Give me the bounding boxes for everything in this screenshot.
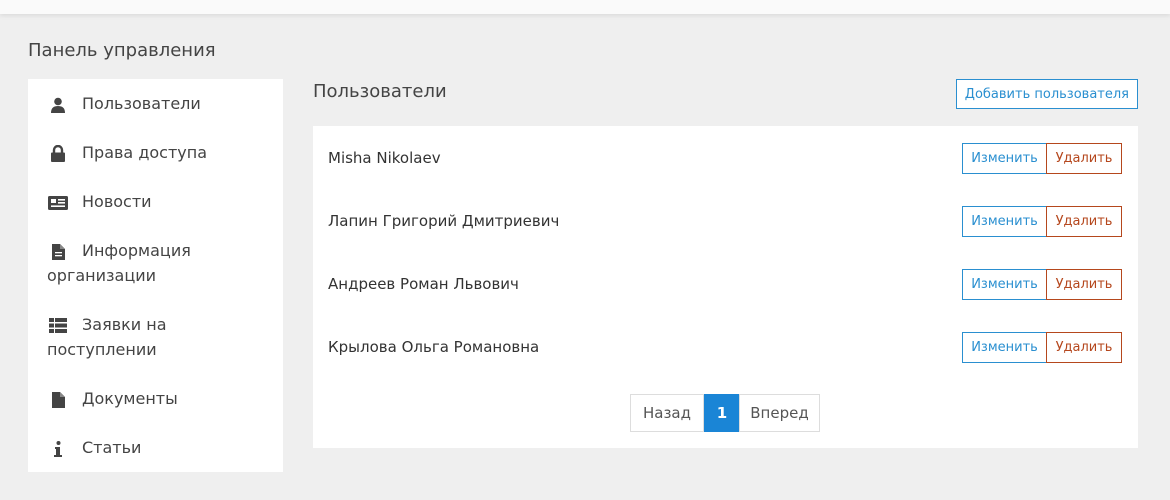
row-actions: Изменить Удалить <box>962 143 1122 174</box>
sidebar-item-applications[interactable]: Заявки на поступлении <box>28 300 283 374</box>
pagination-prev[interactable]: Назад <box>630 394 704 432</box>
user-icon <box>47 97 69 113</box>
sidebar-item-articles[interactable]: Статьи <box>28 423 283 472</box>
delete-button[interactable]: Удалить <box>1046 269 1122 300</box>
sidebar-item-documents[interactable]: Документы <box>28 374 283 423</box>
edit-button[interactable]: Изменить <box>962 269 1047 300</box>
sidebar-item-users[interactable]: Пользователи <box>28 79 283 128</box>
pagination: Назад 1 Вперед <box>630 394 820 432</box>
edit-button[interactable]: Изменить <box>962 143 1047 174</box>
delete-button[interactable]: Удалить <box>1046 143 1122 174</box>
list-item: Крылова Ольга Романовна Изменить Удалить <box>313 331 1138 363</box>
edit-button[interactable]: Изменить <box>962 206 1047 237</box>
sidebar-item-label: Права доступа <box>82 143 208 162</box>
list-item: Андреев Роман Львович Изменить Удалить <box>313 268 1138 300</box>
page-title: Панель управления <box>28 40 216 61</box>
users-panel: Misha Nikolaev Изменить Удалить Лапин Гр… <box>313 126 1138 448</box>
delete-button[interactable]: Удалить <box>1046 206 1122 237</box>
sidebar-item-news[interactable]: Новости <box>28 177 283 226</box>
row-actions: Изменить Удалить <box>962 332 1122 363</box>
row-actions: Изменить Удалить <box>962 206 1122 237</box>
lock-icon <box>47 145 69 162</box>
pagination-current-page[interactable]: 1 <box>704 394 740 432</box>
info-icon <box>47 440 69 457</box>
sidebar: Пользователи Права доступа Новости Инфор… <box>28 79 283 472</box>
sidebar-item-label: Пользователи <box>82 94 201 113</box>
sidebar-item-access-rights[interactable]: Права доступа <box>28 128 283 177</box>
add-user-button[interactable]: Добавить пользователя <box>955 79 1138 109</box>
newspaper-icon <box>47 195 69 210</box>
list-icon <box>47 318 69 333</box>
sidebar-item-label: Документы <box>82 389 178 408</box>
delete-button[interactable]: Удалить <box>1046 332 1122 363</box>
file-icon <box>47 243 69 260</box>
user-name: Крылова Ольга Романовна <box>328 338 540 356</box>
file-icon <box>47 391 69 408</box>
list-item: Лапин Григорий Дмитриевич Изменить Удали… <box>313 205 1138 237</box>
list-item: Misha Nikolaev Изменить Удалить <box>313 142 1138 174</box>
user-name: Лапин Григорий Дмитриевич <box>328 212 560 230</box>
row-actions: Изменить Удалить <box>962 269 1122 300</box>
user-name: Misha Nikolaev <box>328 149 441 167</box>
sidebar-item-label: Статьи <box>82 438 142 457</box>
sidebar-item-organization-info[interactable]: Информация организации <box>28 226 283 300</box>
section-title: Пользователи <box>313 81 447 102</box>
pagination-next[interactable]: Вперед <box>739 394 820 432</box>
sidebar-item-label: Новости <box>82 192 152 211</box>
main-header: Пользователи Добавить пользователя <box>313 78 1138 110</box>
edit-button[interactable]: Изменить <box>962 332 1047 363</box>
user-name: Андреев Роман Львович <box>328 275 519 293</box>
top-bar <box>0 0 1170 14</box>
